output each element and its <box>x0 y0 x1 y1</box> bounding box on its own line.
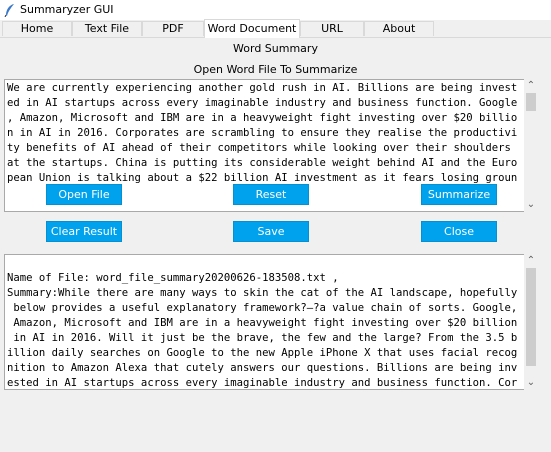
window-title: Summaryzer GUI <box>20 3 114 16</box>
tab-about[interactable]: About <box>364 21 434 36</box>
tab-pdf[interactable]: PDF <box>142 21 204 36</box>
panel-instruction: Open Word File To Summarize <box>193 63 358 76</box>
feather-icon <box>4 4 14 17</box>
scroll-down-arrow-icon[interactable]: ⌄ <box>524 376 538 390</box>
word-document-panel: Word Summary Open Word File To Summarize… <box>0 38 551 452</box>
scroll-thumb[interactable] <box>526 93 536 111</box>
scroll-up-arrow-icon[interactable]: ⌃ <box>524 79 538 93</box>
save-button[interactable]: Save <box>233 221 309 242</box>
summarize-button[interactable]: Summarize <box>421 184 497 205</box>
scroll-down-arrow-icon[interactable]: ⌄ <box>524 198 538 212</box>
clear-result-button[interactable]: Clear Result <box>46 221 122 242</box>
scroll-up-arrow-icon[interactable]: ⌃ <box>524 254 538 268</box>
tab-url[interactable]: URL <box>300 21 364 36</box>
summary-result-text: Name of File: word_file_summary20200626-… <box>7 272 518 389</box>
close-button[interactable]: Close <box>421 221 497 242</box>
tab-text-file[interactable]: Text File <box>72 21 142 36</box>
document-text: We are currently experiencing another go… <box>7 82 518 184</box>
tab-bar: Home Text File PDF Word Document URL Abo… <box>0 19 551 38</box>
tab-home[interactable]: Home <box>2 21 72 36</box>
tab-word-document[interactable]: Word Document <box>204 19 300 38</box>
result-scrollbar[interactable]: ⌃ ⌄ <box>524 254 538 390</box>
scroll-thumb[interactable] <box>526 268 536 366</box>
open-file-button[interactable]: Open File <box>46 184 122 205</box>
document-scrollbar[interactable]: ⌃ ⌄ <box>524 79 538 212</box>
title-bar: Summaryzer GUI <box>0 0 551 20</box>
panel-heading: Word Summary <box>233 42 318 55</box>
reset-button[interactable]: Reset <box>233 184 309 205</box>
summary-result-area[interactable]: Name of File: word_file_summary20200626-… <box>4 254 537 390</box>
